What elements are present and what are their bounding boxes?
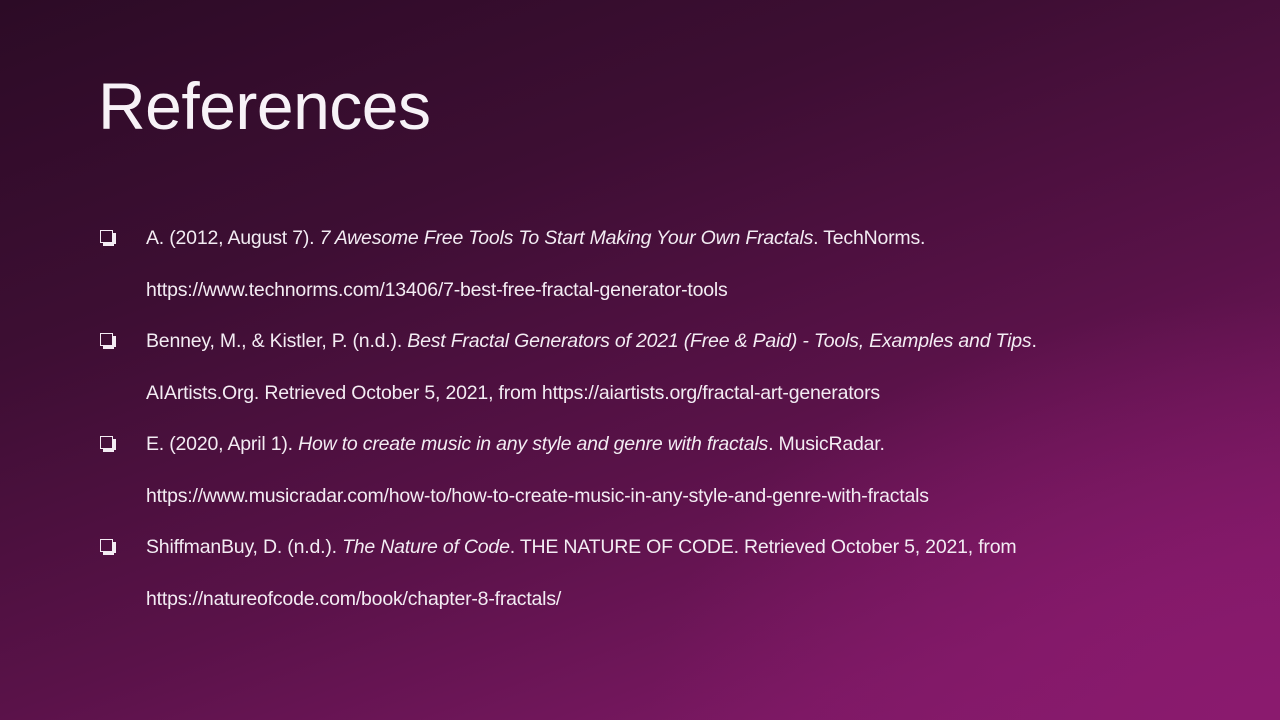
reference-item: ShiffmanBuy, D. (n.d.). The Nature of Co… <box>98 522 1248 625</box>
reference-source: . TechNorms. <box>813 227 926 249</box>
reference-authors-date: A. (2012, August 7). <box>146 227 320 249</box>
reference-line-1: Benney, M., & Kistler, P. (n.d.). Best F… <box>146 316 1248 368</box>
reference-url: AIArtists.Org. Retrieved October 5, 2021… <box>146 381 880 404</box>
reference-url: https://www.musicradar.com/how-to/how-to… <box>146 484 929 507</box>
checkbox-bullet-icon <box>100 333 116 349</box>
reference-item: A. (2012, August 7). 7 Awesome Free Tool… <box>98 213 1248 316</box>
reference-item: E. (2020, April 1). How to create music … <box>98 419 1248 522</box>
reference-source: . MusicRadar. <box>768 433 885 455</box>
reference-title: 7 Awesome Free Tools To Start Making You… <box>319 227 814 249</box>
reference-authors-date: Benney, M., & Kistler, P. (n.d.). <box>146 330 408 352</box>
checkbox-bullet-icon <box>100 436 116 452</box>
reference-source: . THE NATURE OF CODE. Retrieved October … <box>509 536 1017 558</box>
reference-line-1: A. (2012, August 7). 7 Awesome Free Tool… <box>146 213 1248 265</box>
reference-authors-date: ShiffmanBuy, D. (n.d.). <box>146 536 343 558</box>
slide-title: References <box>98 69 431 143</box>
reference-title: The Nature of Code <box>342 536 510 558</box>
reference-line-1: E. (2020, April 1). How to create music … <box>146 419 1248 471</box>
reference-title: Best Fractal Generators of 2021 (Free & … <box>407 330 1032 352</box>
reference-url: https://natureofcode.com/book/chapter-8-… <box>146 587 562 610</box>
reference-source: . <box>1031 330 1037 352</box>
reference-item: Benney, M., & Kistler, P. (n.d.). Best F… <box>98 316 1248 419</box>
reference-authors-date: E. (2020, April 1). <box>146 433 299 455</box>
reference-url: https://www.technorms.com/13406/7-best-f… <box>146 278 728 301</box>
references-list: A. (2012, August 7). 7 Awesome Free Tool… <box>98 213 1248 625</box>
checkbox-bullet-icon <box>100 230 116 246</box>
checkbox-bullet-icon <box>100 539 116 555</box>
reference-line-1: ShiffmanBuy, D. (n.d.). The Nature of Co… <box>146 522 1248 574</box>
slide: References A. (2012, August 7). 7 Awesom… <box>0 0 1280 720</box>
reference-title: How to create music in any style and gen… <box>298 433 769 455</box>
